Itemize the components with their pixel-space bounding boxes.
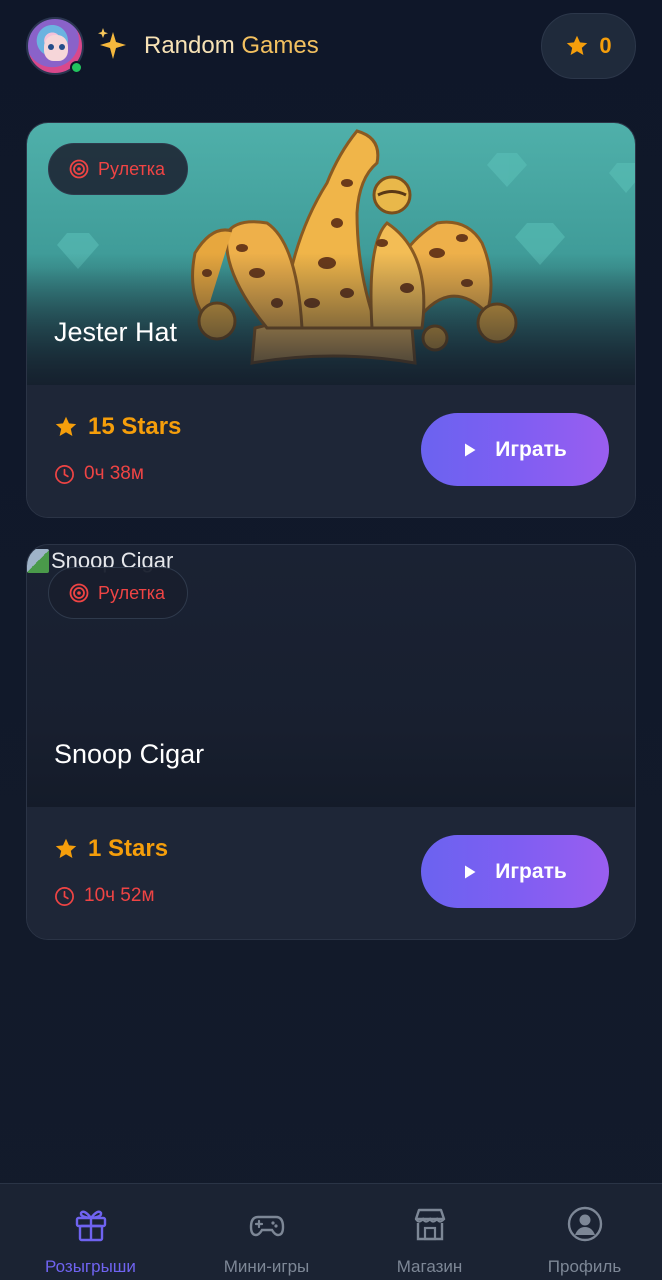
star-icon bbox=[55, 838, 77, 858]
giveaway-card[interactable]: Snoop Cigar Рулетка Snoop Cigar 1 Stars … bbox=[26, 544, 636, 940]
play-icon bbox=[465, 443, 476, 456]
play-button-label: Играть bbox=[495, 437, 567, 461]
nav-item-minigames[interactable]: Мини-игры bbox=[184, 1184, 349, 1280]
giveaway-prize-label: 1 Stars bbox=[88, 835, 169, 862]
target-icon bbox=[69, 583, 89, 603]
app-header: Random Games 0 bbox=[0, 0, 662, 96]
giveaway-type-tag: Рулетка bbox=[48, 143, 189, 195]
star-icon bbox=[567, 35, 588, 55]
play-button[interactable]: Играть bbox=[421, 413, 609, 486]
giveaway-type-tag: Рулетка bbox=[48, 567, 189, 619]
gift-icon bbox=[71, 1204, 111, 1244]
play-button[interactable]: Играть bbox=[421, 835, 609, 908]
user-circle-icon bbox=[565, 1204, 605, 1244]
nav-label: Мини-игры bbox=[223, 1257, 310, 1276]
nav-label: Розыгрыши bbox=[45, 1257, 136, 1276]
giveaway-timer: 0ч 38м bbox=[54, 463, 144, 485]
bottom-nav: Розыгрыши Мини-игры Магазин Профиль bbox=[0, 1183, 662, 1280]
nav-label: Профиль bbox=[547, 1257, 622, 1276]
giveaway-footer: 15 Stars 0ч 38м Играть bbox=[27, 385, 635, 517]
giveaway-prize: 15 Stars bbox=[54, 413, 181, 441]
giveaway-type-label: Рулетка bbox=[98, 158, 166, 179]
stars-balance-value: 0 bbox=[599, 33, 612, 58]
giveaway-prize-label: 15 Stars bbox=[88, 413, 182, 440]
nav-item-giveaways[interactable]: Розыгрыши bbox=[8, 1184, 173, 1280]
giveaway-card[interactable]: Рулетка Jester Hat 15 Stars 0ч 38м Играт… bbox=[26, 122, 636, 518]
sparkles-icon bbox=[98, 28, 126, 59]
nav-label: Магазин bbox=[396, 1257, 463, 1276]
clock-icon bbox=[55, 464, 74, 484]
online-status-dot bbox=[70, 61, 83, 74]
play-icon bbox=[465, 865, 476, 878]
broken-image-icon bbox=[27, 549, 49, 573]
avatar-eye-right bbox=[59, 44, 65, 50]
avatar-eye-left bbox=[48, 44, 54, 50]
star-icon bbox=[55, 416, 77, 436]
clock-icon bbox=[55, 886, 74, 906]
target-icon bbox=[69, 159, 89, 179]
nav-item-shop[interactable]: Магазин bbox=[347, 1184, 512, 1280]
giveaway-title: Jester Hat bbox=[54, 317, 178, 347]
giveaway-prize: 1 Stars bbox=[54, 835, 168, 863]
store-icon bbox=[410, 1204, 450, 1244]
stars-balance-button[interactable]: 0 bbox=[541, 13, 636, 79]
giveaway-title: Snoop Cigar bbox=[54, 739, 205, 769]
nav-item-profile[interactable]: Профиль bbox=[502, 1184, 662, 1280]
giveaway-timer-label: 0ч 38м bbox=[84, 463, 144, 484]
giveaway-footer: 1 Stars 10ч 52м Играть bbox=[27, 807, 635, 939]
app-title-word-2: Games bbox=[241, 32, 319, 59]
giveaway-type-label: Рулетка bbox=[98, 582, 166, 603]
gamepad-icon bbox=[247, 1204, 287, 1244]
giveaway-timer-label: 10ч 52м bbox=[84, 885, 155, 906]
play-button-label: Играть bbox=[495, 859, 567, 883]
app-title: Random Games bbox=[144, 31, 319, 61]
giveaway-timer: 10ч 52м bbox=[54, 885, 155, 907]
app-title-word-1: Random bbox=[144, 32, 235, 59]
